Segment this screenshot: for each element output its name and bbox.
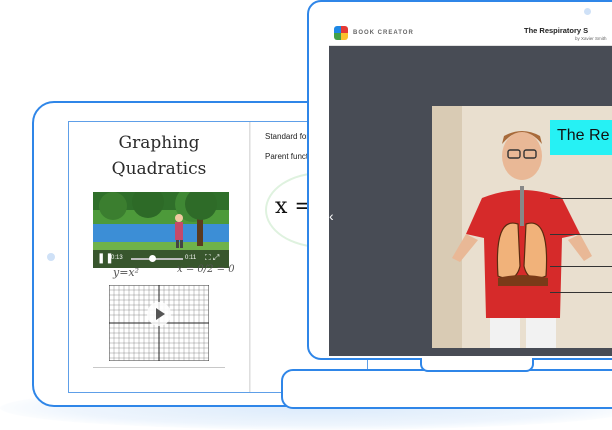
laptop-camera [584,8,591,15]
page-title: Graphing Quadratics [111,133,207,179]
fullscreen-icon[interactable]: ⛶ ⤢ [205,253,219,263]
right-page-text-parent: Parent funct [265,152,309,161]
label-line [550,292,612,293]
slide-title: The Re [557,127,610,144]
laptop-hinge [420,358,534,372]
book-spine [249,122,251,392]
book-creator-app: BOOK CREATOR The Respiratory S by Xavier… [329,22,612,356]
book-author: by Xavier Smith [575,36,607,41]
reader-stage: ‹ The Re [329,46,612,356]
prev-page-arrow-icon[interactable]: ‹ [329,208,334,224]
laptop-base [281,369,612,409]
page-divider [93,367,225,368]
handwritten-solution: x = 0/2 = 0 [177,264,235,275]
video-progress-track[interactable] [131,258,183,260]
right-page-text-standard: Standard for [265,132,310,141]
label-line [550,266,612,267]
label-line [550,198,612,199]
tablet-camera [47,253,55,261]
video-elapsed: 0:13 [111,255,123,261]
handwritten-equation: y=x² [113,266,140,279]
book-title: The Respiratory S [524,26,589,35]
video-total: 0:11 [185,255,197,261]
slide-photo: The Re [432,106,612,348]
video-progress-knob[interactable] [148,255,156,262]
brand-name: BOOK CREATOR [353,30,414,36]
slide-title-box: The Re [550,120,612,155]
play-icon [156,308,165,320]
app-header: BOOK CREATOR The Respiratory S by Xavier… [329,22,612,46]
label-line [550,234,612,235]
book-creator-logo-icon[interactable] [334,26,348,40]
